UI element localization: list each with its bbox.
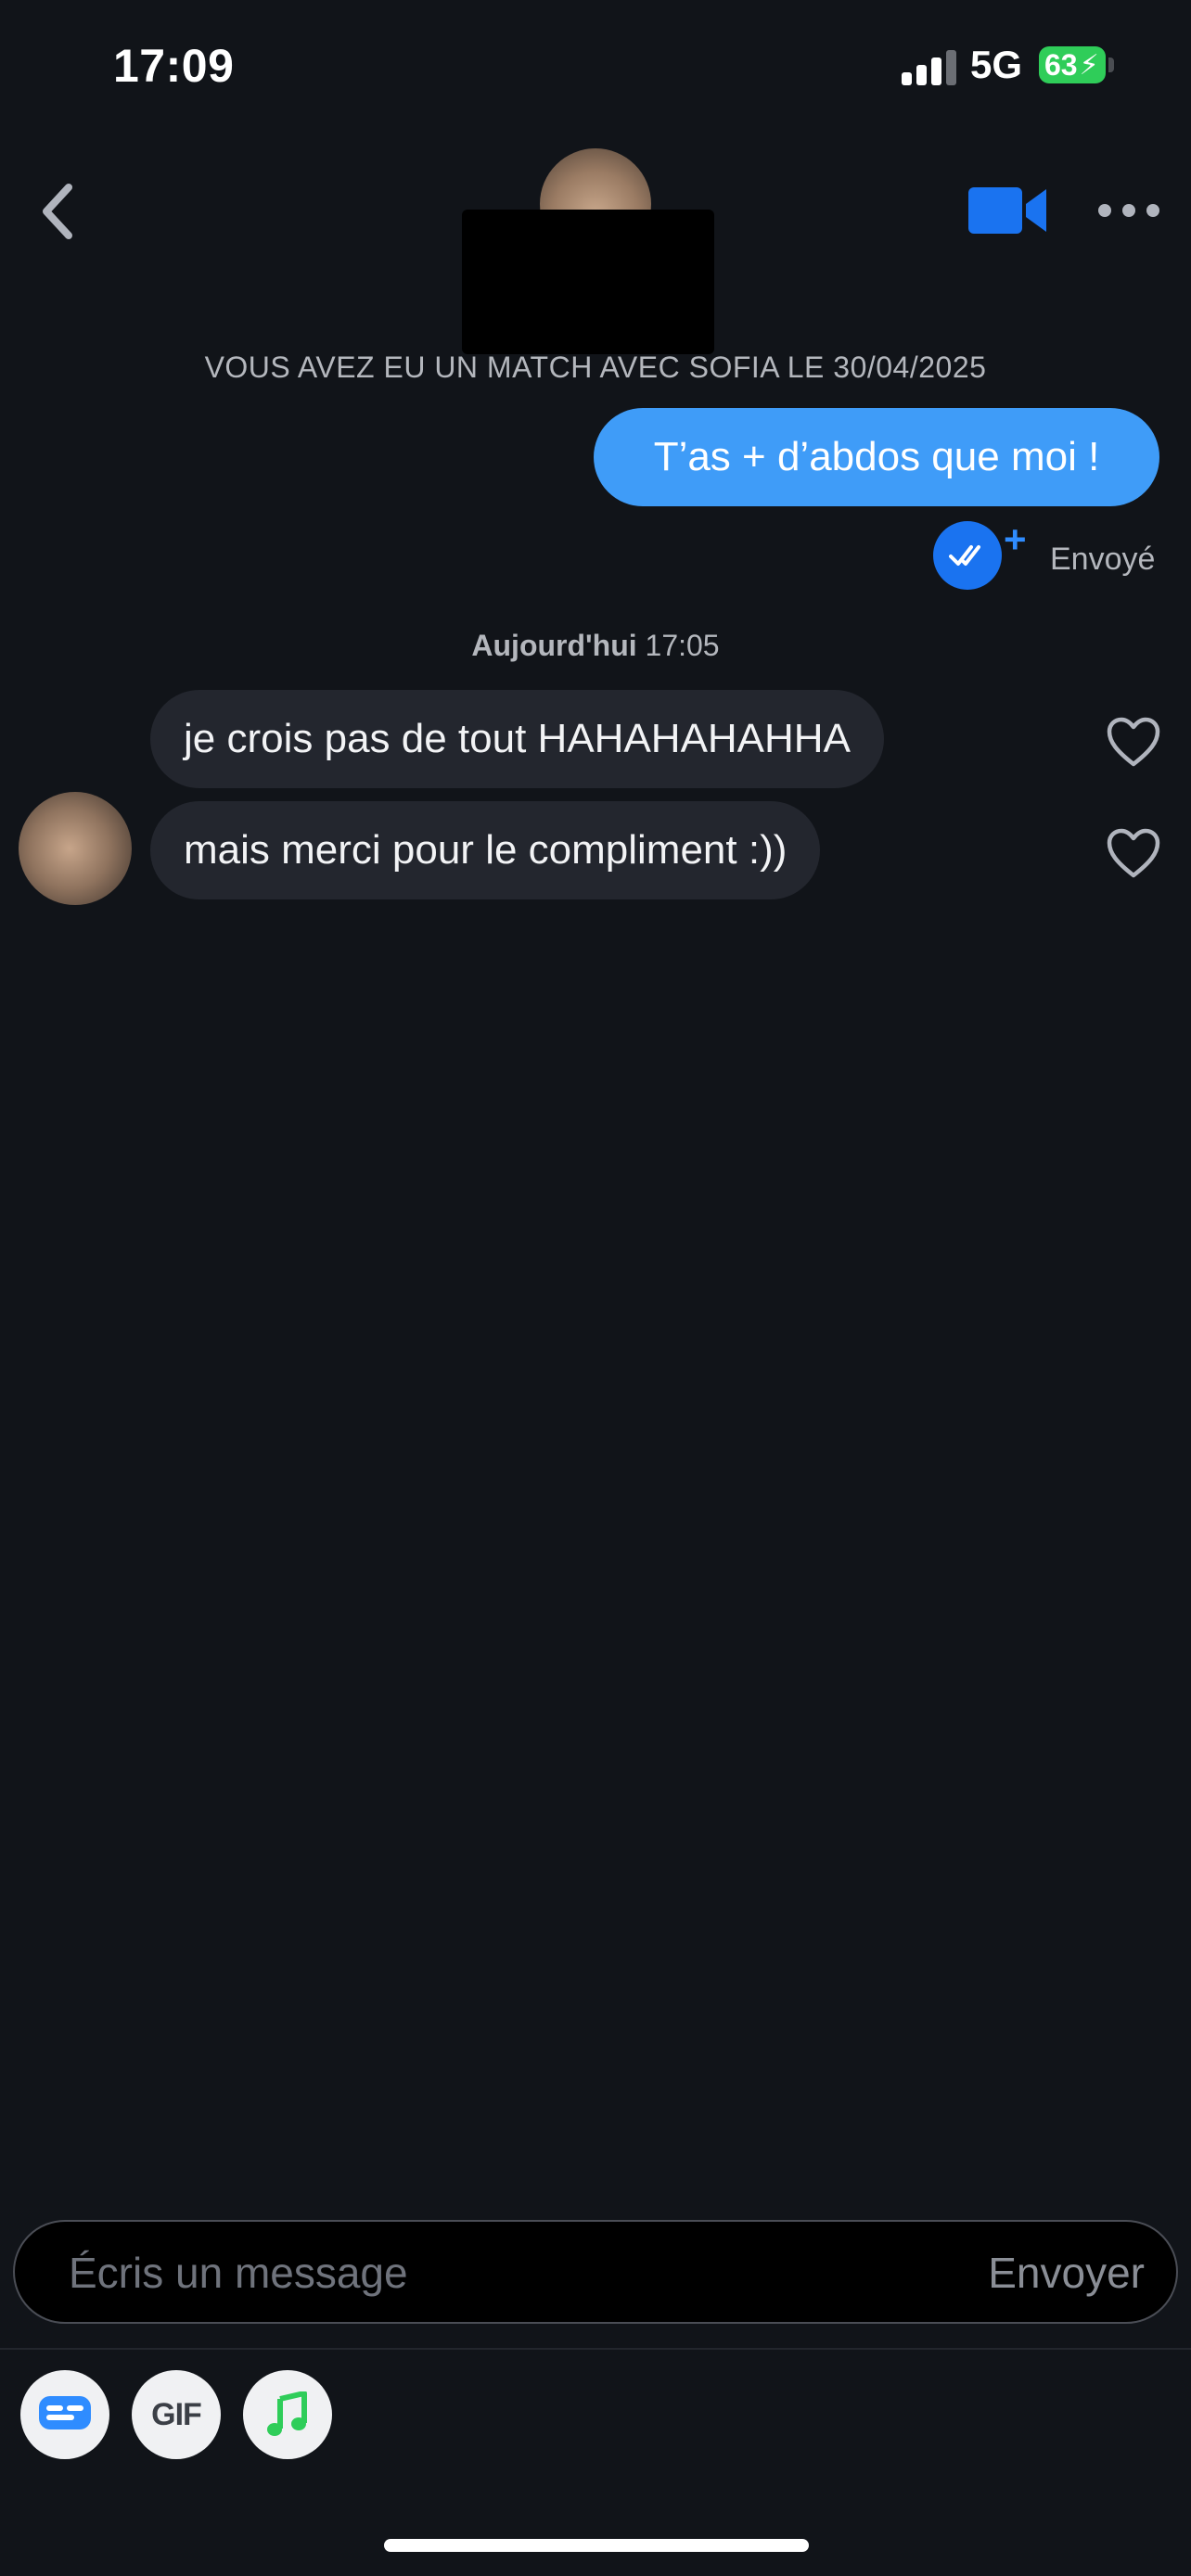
battery-icon: 63 ⚡	[1039, 46, 1106, 83]
dot	[1122, 204, 1135, 217]
sticker-button[interactable]	[20, 2370, 109, 2459]
sticker-icon	[39, 2396, 91, 2429]
dot	[1146, 204, 1159, 217]
sent-status: Envoyé	[1050, 542, 1156, 577]
day-separator: Aujourd'hui 17:05	[0, 629, 1191, 663]
video-call-button[interactable]	[968, 184, 1048, 237]
like-button[interactable]	[1106, 827, 1161, 879]
music-button[interactable]	[243, 2370, 332, 2459]
message-composer: Envoyer	[13, 2220, 1178, 2324]
network-type: 5G	[970, 43, 1023, 86]
heart-icon	[1107, 717, 1160, 767]
charging-icon: ⚡	[1079, 49, 1099, 81]
received-message[interactable]: je crois pas de tout HAHAHAHAHHA	[150, 690, 884, 788]
send-button[interactable]: Envoyer	[982, 2222, 1150, 2322]
video-camera-icon	[968, 187, 1046, 234]
match-notice: VOUS AVEZ EU UN MATCH AVEC SOFIA LE 30/0…	[204, 351, 987, 384]
heart-icon	[1107, 828, 1160, 878]
battery-level: 63	[1044, 47, 1078, 82]
sender-avatar[interactable]	[19, 792, 132, 905]
battery-cap	[1108, 57, 1114, 72]
plus-icon[interactable]: +	[1004, 517, 1027, 562]
back-button[interactable]	[33, 174, 89, 249]
signal-icon	[902, 50, 957, 85]
message-input[interactable]	[67, 2222, 905, 2324]
gif-label: GIF	[151, 2396, 202, 2432]
time-label: 17:05	[645, 629, 720, 662]
read-receipt-badge[interactable]	[933, 521, 1002, 590]
dot	[1098, 204, 1111, 217]
gif-button[interactable]: GIF	[132, 2370, 221, 2459]
like-button[interactable]	[1106, 716, 1161, 768]
more-options-button[interactable]	[1098, 198, 1159, 223]
redacted-name	[462, 210, 714, 354]
music-note-icon	[267, 2391, 307, 2436]
double-check-icon	[949, 545, 980, 566]
chevron-left-icon	[43, 184, 72, 239]
home-indicator[interactable]	[384, 2539, 809, 2552]
sent-message[interactable]: T’as + d’abdos que moi !	[594, 408, 1159, 506]
status-time: 17:09	[113, 40, 235, 92]
toolbar-divider	[0, 2348, 1191, 2350]
day-label: Aujourd'hui	[471, 629, 637, 662]
received-message[interactable]: mais merci pour le compliment :))	[150, 801, 821, 899]
